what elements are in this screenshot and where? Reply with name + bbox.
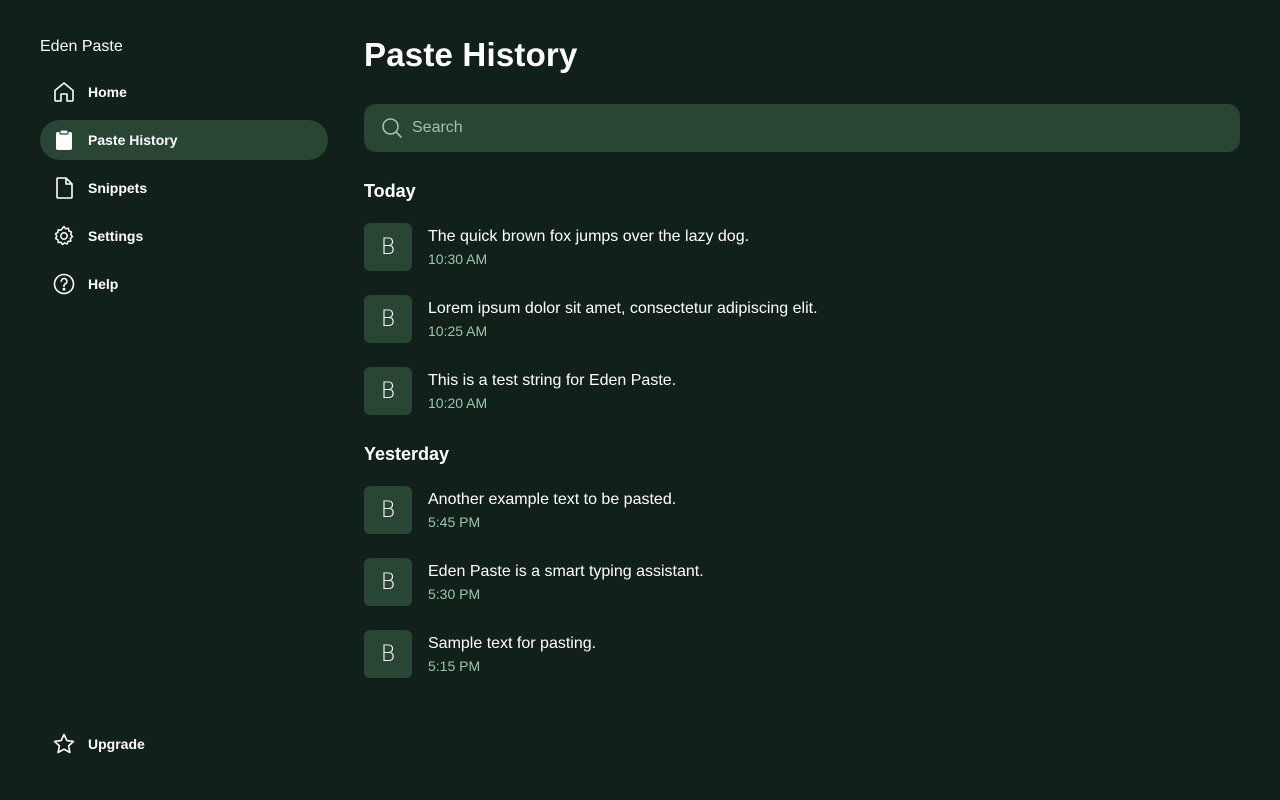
- item-timestamp: 5:15 PM: [428, 657, 481, 674]
- sidebar-item-home[interactable]: Home: [40, 72, 328, 112]
- avatar: B: [364, 223, 412, 271]
- avatar: B: [364, 295, 412, 343]
- sidebar-item-settings[interactable]: Settings: [40, 216, 328, 256]
- upgrade-label: Upgrade: [88, 736, 145, 752]
- search-bar: [364, 104, 1240, 152]
- item-text: Sample text for pasting. 5:15 PM: [428, 634, 596, 675]
- item-content: Eden Paste is a smart typing assistant.: [428, 562, 704, 580]
- avatar: B: [364, 486, 412, 534]
- section-heading-yesterday: Yesterday: [364, 444, 450, 464]
- item-content: Another example text to be pasted.: [428, 490, 677, 508]
- sidebar: Eden Paste Home Paste History Snippets S…: [0, 0, 344, 800]
- clipboard-icon: [52, 128, 76, 152]
- avatar: B: [364, 558, 412, 606]
- item-timestamp: 10:20 AM: [428, 394, 488, 411]
- section-heading-today: Today: [364, 181, 416, 201]
- home-icon: [52, 80, 76, 104]
- avatar: B: [364, 367, 412, 415]
- sidebar-nav: Home Paste History Snippets Settings Hel…: [40, 72, 328, 312]
- avatar: B: [364, 630, 412, 678]
- item-timestamp: 10:25 AM: [428, 322, 488, 339]
- item-text: The quick brown fox jumps over the lazy …: [428, 227, 749, 268]
- page-title: Paste History: [364, 36, 578, 73]
- item-content: This is a test string for Eden Paste.: [428, 371, 677, 389]
- list-item[interactable]: B Lorem ipsum dolor sit amet, consectetu…: [364, 295, 1240, 343]
- list-item[interactable]: B Eden Paste is a smart typing assistant…: [364, 558, 1240, 606]
- app-window: Eden Paste Home Paste History Snippets S…: [0, 0, 1280, 800]
- item-timestamp: 10:30 AM: [428, 250, 488, 267]
- sidebar-item-paste-history[interactable]: Paste History: [40, 120, 328, 160]
- document-icon: [52, 176, 76, 200]
- list-item[interactable]: B Another example text to be pasted. 5:4…: [364, 486, 1240, 534]
- list-item[interactable]: B Sample text for pasting. 5:15 PM: [364, 630, 1240, 678]
- list-item[interactable]: B The quick brown fox jumps over the laz…: [364, 223, 1240, 271]
- sidebar-item-help[interactable]: Help: [40, 264, 328, 304]
- item-content: Sample text for pasting.: [428, 634, 597, 652]
- main-content: Paste History Today B The quick brown fo…: [364, 0, 1240, 800]
- star-icon: [52, 732, 76, 756]
- item-text: This is a test string for Eden Paste. 10…: [428, 371, 676, 412]
- item-text: Lorem ipsum dolor sit amet, consectetur …: [428, 299, 818, 340]
- sidebar-item-snippets[interactable]: Snippets: [40, 168, 328, 208]
- sidebar-item-label: Snippets: [88, 180, 148, 196]
- list-item[interactable]: B This is a test string for Eden Paste. …: [364, 367, 1240, 415]
- item-text: Another example text to be pasted. 5:45 …: [428, 490, 676, 531]
- item-text: Eden Paste is a smart typing assistant. …: [428, 562, 704, 603]
- search-icon: [380, 116, 404, 140]
- item-timestamp: 5:45 PM: [428, 513, 481, 530]
- app-title: Eden Paste: [40, 38, 123, 55]
- sidebar-item-label: Help: [88, 276, 119, 292]
- item-content: Lorem ipsum dolor sit amet, consectetur …: [428, 299, 818, 317]
- search-input[interactable]: [412, 104, 1240, 152]
- help-circle-icon: [52, 272, 76, 296]
- item-content: The quick brown fox jumps over the lazy …: [428, 227, 750, 245]
- sidebar-item-label: Paste History: [88, 132, 178, 148]
- gear-icon: [52, 224, 76, 248]
- upgrade-button[interactable]: Upgrade: [40, 724, 328, 764]
- upgrade-section: Upgrade: [40, 724, 328, 772]
- sidebar-item-label: Settings: [88, 228, 144, 244]
- item-timestamp: 5:30 PM: [428, 585, 481, 602]
- sidebar-item-label: Home: [88, 84, 127, 100]
